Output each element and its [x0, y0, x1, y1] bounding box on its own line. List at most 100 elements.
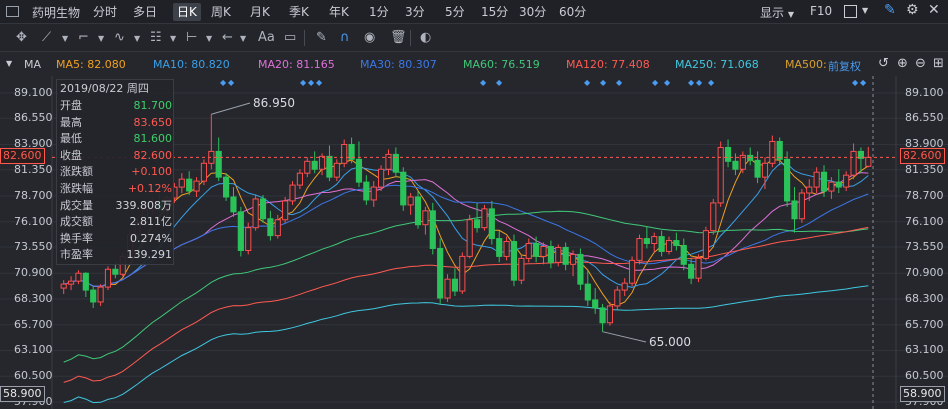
event-marker-icon[interactable]: ◆: [228, 78, 235, 87]
comment-icon[interactable]: ▭: [284, 29, 296, 47]
arrow-left-icon[interactable]: ←: [222, 29, 233, 47]
chevron-down-icon[interactable]: ▼: [862, 6, 868, 15]
candle-body[interactable]: [710, 202, 717, 232]
candle-body[interactable]: [215, 150, 222, 178]
tab-period[interactable]: 3分: [405, 3, 425, 21]
candle-body[interactable]: [90, 289, 97, 303]
candle-body[interactable]: [112, 268, 119, 275]
candle-body[interactable]: [636, 238, 643, 261]
candle-body[interactable]: [850, 150, 857, 176]
candle-body[interactable]: [540, 245, 547, 257]
range-tool-icon[interactable]: ⊢: [186, 29, 197, 47]
candle-body[interactable]: [621, 282, 628, 291]
candle-body[interactable]: [97, 286, 104, 303]
candle-body[interactable]: [223, 176, 230, 198]
candle-body[interactable]: [776, 141, 783, 160]
candle-body[interactable]: [326, 155, 333, 178]
fibonacci-tool-icon[interactable]: ☷: [150, 29, 162, 47]
event-marker-icon[interactable]: ◆: [600, 78, 607, 87]
candle-body[interactable]: [274, 219, 281, 237]
chevron-down-icon[interactable]: ▼: [62, 30, 68, 48]
candle-body[interactable]: [806, 186, 813, 194]
candle-body[interactable]: [592, 299, 599, 309]
candle-body[interactable]: [843, 174, 850, 188]
zoom-in-icon[interactable]: ⊕: [897, 56, 908, 71]
chevron-down-icon[interactable]: ▼: [98, 30, 104, 48]
tab-period[interactable]: 60分: [559, 3, 586, 21]
tab-period[interactable]: 30分: [519, 3, 546, 21]
zoom-out-icon[interactable]: ⊖: [915, 56, 926, 71]
wave-tool-icon[interactable]: ∿: [114, 29, 125, 47]
candle-body[interactable]: [555, 246, 562, 263]
event-marker-icon[interactable]: ◆: [652, 78, 659, 87]
candle-body[interactable]: [680, 245, 687, 265]
candle-body[interactable]: [178, 178, 185, 188]
tab-period[interactable]: 年K: [329, 3, 349, 21]
candle-body[interactable]: [363, 181, 370, 201]
candle-body[interactable]: [496, 238, 503, 257]
candle-body[interactable]: [422, 210, 429, 226]
candle-body[interactable]: [813, 171, 820, 188]
candle-body[interactable]: [200, 162, 208, 182]
chevron-down-icon[interactable]: ▼: [6, 59, 12, 68]
chevron-down-icon[interactable]: ▼: [206, 30, 212, 48]
candle-body[interactable]: [60, 283, 67, 289]
tab-period[interactable]: 季K: [289, 3, 309, 21]
settings-gear-icon[interactable]: ⚙: [906, 2, 919, 18]
candle-body[interactable]: [414, 196, 422, 226]
candle-body[interactable]: [629, 259, 636, 284]
candle-body[interactable]: [606, 305, 614, 324]
candle-body[interactable]: [370, 186, 377, 201]
event-marker-icon[interactable]: ◆: [584, 78, 591, 87]
candle-body[interactable]: [444, 278, 451, 299]
candle-body[interactable]: [525, 243, 532, 259]
candle-body[interactable]: [835, 181, 842, 188]
trash-icon[interactable]: 🗑: [390, 29, 407, 47]
move-crosshair-icon[interactable]: ✥: [16, 29, 27, 47]
candle-body[interactable]: [510, 241, 518, 281]
candle-body[interactable]: [245, 227, 252, 251]
candle-body[interactable]: [562, 246, 569, 265]
event-marker-icon[interactable]: ◆: [696, 78, 703, 87]
candle-body[interactable]: [237, 211, 244, 251]
candle-body[interactable]: [104, 268, 112, 288]
candle-body[interactable]: [341, 143, 348, 164]
candle-body[interactable]: [311, 160, 318, 170]
candle-body[interactable]: [577, 253, 584, 285]
candle-body[interactable]: [769, 141, 776, 164]
chevron-down-icon[interactable]: ▼: [240, 30, 246, 48]
event-marker-icon[interactable]: ◆: [860, 78, 867, 87]
adjust-mode-label[interactable]: 前复权: [828, 58, 861, 74]
candle-body[interactable]: [614, 289, 621, 307]
event-marker-icon[interactable]: ◆: [852, 78, 859, 87]
event-marker-icon[interactable]: ◆: [308, 78, 315, 87]
candle-body[interactable]: [481, 208, 488, 229]
tab-period[interactable]: 1分: [369, 3, 389, 21]
candle-body[interactable]: [67, 280, 75, 285]
candle-body[interactable]: [754, 159, 761, 178]
candle-body[interactable]: [695, 257, 702, 279]
candle-body[interactable]: [429, 210, 436, 249]
candle-body[interactable]: [400, 171, 407, 206]
candle-body[interactable]: [75, 272, 82, 282]
event-marker-icon[interactable]: ◆: [220, 78, 227, 87]
event-marker-icon[interactable]: ◆: [480, 78, 487, 87]
eye-icon[interactable]: ◉: [364, 29, 375, 47]
candle-body[interactable]: [820, 171, 828, 192]
candle-body[interactable]: [518, 257, 525, 281]
event-marker-icon[interactable]: ◆: [316, 78, 323, 87]
tab-period[interactable]: 周K: [211, 3, 231, 21]
candle-body[interactable]: [688, 263, 695, 279]
text-tool-icon[interactable]: Aa: [258, 29, 275, 47]
chevron-down-icon[interactable]: ▼: [134, 30, 140, 48]
candle-body[interactable]: [488, 208, 495, 240]
display-menu[interactable]: 显示 ▼: [760, 4, 794, 21]
draw-pen-icon[interactable]: ✎: [884, 2, 896, 18]
candle-body[interactable]: [865, 156, 872, 167]
candle-body[interactable]: [333, 162, 340, 178]
tab-period[interactable]: 月K: [250, 3, 270, 21]
tab-period[interactable]: 15分: [481, 3, 508, 21]
candle-body[interactable]: [702, 230, 709, 259]
eraser-icon[interactable]: ✎: [316, 29, 327, 47]
candle-body[interactable]: [651, 236, 658, 245]
